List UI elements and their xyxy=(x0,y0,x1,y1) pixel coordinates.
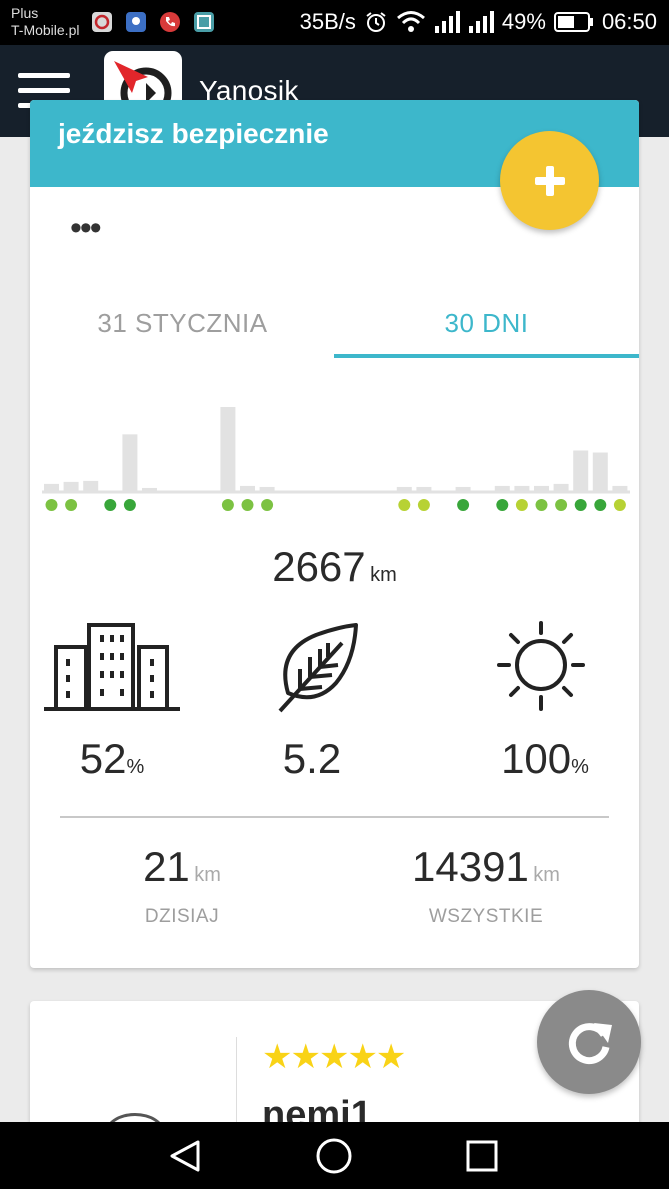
chart-bar xyxy=(416,486,432,492)
chart-day-dot xyxy=(221,499,234,511)
wifi-icon xyxy=(396,10,426,34)
home-icon[interactable] xyxy=(312,1134,356,1178)
chart-day-dot xyxy=(535,499,548,511)
chart-bar xyxy=(455,486,471,492)
phone-icon xyxy=(160,12,180,32)
status-right: 35B/s 49% 06:50 xyxy=(300,8,657,36)
today-distance-unit: km xyxy=(194,864,221,886)
chart-day-dot xyxy=(457,499,470,511)
navigation-bar xyxy=(0,1122,669,1189)
alarm-icon xyxy=(364,10,388,34)
refresh-button[interactable] xyxy=(537,990,641,1094)
carrier-line-2: T-Mobile.pl xyxy=(11,22,80,38)
today-distance-value: 21 xyxy=(143,843,190,890)
daily-distance-chart xyxy=(42,407,630,511)
city-share-value: 52 xyxy=(79,735,127,782)
all-distance-unit: km xyxy=(533,864,560,886)
news-icon xyxy=(92,12,112,32)
chart-bar xyxy=(534,485,549,492)
chart-bar xyxy=(63,481,79,492)
eco-score: 5.2 xyxy=(212,735,412,783)
plus-icon xyxy=(534,165,565,196)
chart-day-dot xyxy=(594,499,607,511)
battery-percent: 49% xyxy=(501,9,546,34)
chart-day-dot xyxy=(515,499,528,511)
chart-day-dot xyxy=(45,499,58,511)
carrier-line-1: Plus xyxy=(11,5,39,21)
status-bar: Plus T-Mobile.pl 35B/s 49% 06:50 xyxy=(0,0,669,45)
chart-day-dot xyxy=(261,499,274,511)
chart-bar xyxy=(592,452,608,492)
back-icon[interactable] xyxy=(164,1134,208,1178)
chart-bar xyxy=(220,407,236,492)
battery-icon xyxy=(553,11,594,33)
more-icon[interactable]: ••• xyxy=(70,211,102,245)
chart-bar xyxy=(122,434,138,492)
today-label: DZISIAJ xyxy=(144,906,220,927)
maps-icon xyxy=(126,12,146,32)
add-button[interactable] xyxy=(500,131,599,230)
chart-bar xyxy=(259,486,275,492)
signal-icon-1 xyxy=(434,11,460,33)
chart-day-dot xyxy=(123,499,136,511)
rating-stars-icon: ★★★★★ xyxy=(262,1038,406,1076)
network-speed: 35B/s xyxy=(299,9,356,34)
total-distance-value: 2667 xyxy=(272,543,366,590)
today-distance: 21 km xyxy=(52,843,312,891)
chart-day-dot xyxy=(613,499,626,511)
stats-divider xyxy=(60,816,609,818)
daylight-share-value: 100 xyxy=(501,735,572,782)
clock: 06:50 xyxy=(601,9,657,34)
chart-bar xyxy=(240,485,255,492)
signal-icon-2 xyxy=(468,11,494,33)
chart-day-dot xyxy=(555,499,568,511)
chart-day-dot xyxy=(417,499,430,511)
total-distance-unit: km xyxy=(370,564,397,586)
sun-icon xyxy=(497,621,585,711)
tab-day[interactable]: 31 STYCZNIA xyxy=(30,290,335,356)
stats-card: jeździsz bezpiecznie xyxy=(30,100,639,968)
gallery-icon xyxy=(194,12,214,32)
daylight-share: 100% xyxy=(445,735,645,783)
refresh-icon xyxy=(568,1023,612,1065)
all-distance-value: 14391 xyxy=(412,843,529,890)
all-label: WSZYSTKIE xyxy=(428,906,544,927)
recents-icon[interactable] xyxy=(460,1134,504,1178)
chart-bar xyxy=(142,487,157,492)
chart-bar xyxy=(514,485,530,492)
city-share-unit: % xyxy=(126,756,145,778)
city-icon xyxy=(44,623,180,711)
chart-day-dot xyxy=(241,499,254,511)
chart-day-dot xyxy=(496,499,509,511)
total-distance: 2667 km xyxy=(0,543,669,591)
chart-day-dot xyxy=(104,499,117,511)
chart-day-dot xyxy=(65,499,78,511)
chart-bar xyxy=(44,483,59,492)
city-share: 52% xyxy=(12,735,212,783)
card-header-text: jeździsz bezpiecznie xyxy=(58,118,329,149)
user-card-divider xyxy=(236,1037,237,1131)
daylight-share-unit: % xyxy=(571,756,589,778)
chart-bar xyxy=(83,480,99,492)
chart-bar xyxy=(612,485,628,492)
carrier-label: Plus T-Mobile.pl xyxy=(11,5,79,39)
eco-score-value: 5.2 xyxy=(282,735,342,782)
chart-day-dot xyxy=(574,499,587,511)
chart-bar xyxy=(396,486,412,492)
chart-bar xyxy=(553,483,569,492)
chart-bar xyxy=(494,485,510,492)
all-distance: 14391 km xyxy=(356,843,616,891)
tab-30-days[interactable]: 30 DNI xyxy=(334,290,639,358)
chart-bar xyxy=(573,450,589,492)
chart-day-dot xyxy=(398,499,411,511)
leaf-icon xyxy=(278,623,358,713)
